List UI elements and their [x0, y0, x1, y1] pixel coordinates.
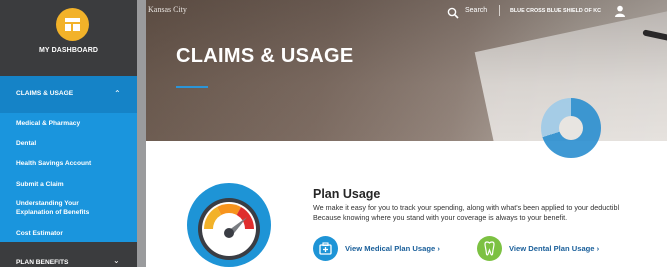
sidebar-section-label: PLAN BENEFITS — [16, 259, 69, 266]
chevron-right-icon: › — [596, 244, 600, 253]
page-title: CLAIMS & USAGE — [176, 45, 354, 67]
gauge-icon — [187, 183, 271, 267]
sidebar-item-dental[interactable]: Dental — [16, 139, 36, 148]
view-medical-plan-usage-link[interactable]: View Medical Plan Usage › — [345, 244, 440, 253]
sidebar-item-health-savings-account[interactable]: Health Savings Account — [16, 159, 91, 168]
sidebar-section-label: CLAIMS & USAGE — [16, 90, 74, 97]
chevron-down-icon: ⌄ — [113, 256, 120, 265]
claims-submenu: Medical & Pharmacy Dental Health Savings… — [0, 113, 137, 242]
brand-logo-text[interactable]: Kansas City — [148, 5, 187, 14]
plan-usage-description: We make it easy for you to track your sp… — [313, 203, 667, 222]
search-link[interactable]: Search — [465, 7, 487, 14]
sidebar: MY DASHBOARD CLAIMS & USAGE ⌃ Medical & … — [0, 0, 146, 267]
view-dental-plan-usage-link[interactable]: View Dental Plan Usage › — [509, 244, 599, 253]
plan-usage-title: Plan Usage — [313, 187, 381, 201]
chevron-up-icon: ⌃ — [114, 89, 121, 98]
medical-bag-icon[interactable] — [313, 236, 338, 261]
sidebar-item-medical-pharmacy[interactable]: Medical & Pharmacy — [16, 119, 80, 128]
sidebar-item-submit-claim[interactable]: Submit a Claim — [16, 180, 64, 189]
sidebar-item-cost-estimator[interactable]: Cost Estimator — [16, 229, 63, 238]
chevron-right-icon: › — [437, 244, 440, 253]
dashboard-grid-icon — [56, 8, 89, 41]
sidebar-scrollbar[interactable] — [137, 0, 146, 267]
header-divider — [499, 5, 500, 16]
link-label: View Medical Plan Usage — [345, 244, 436, 253]
org-menu[interactable]: BLUE CROSS BLUE SHIELD OF KC — [510, 8, 601, 14]
search-icon[interactable] — [447, 6, 459, 24]
link-label: View Dental Plan Usage — [509, 244, 595, 253]
sidebar-item-understanding-eob[interactable]: Understanding Your — [16, 199, 79, 208]
sidebar-item-understanding-eob-line2[interactable]: Explanation of Benefits — [16, 208, 89, 217]
hero-pie-decoration — [541, 98, 601, 158]
plan-usage-description-line: Because knowing where you stand with you… — [313, 212, 568, 222]
dashboard-label: MY DASHBOARD — [38, 47, 99, 54]
title-underline — [176, 86, 208, 88]
user-icon[interactable] — [614, 4, 626, 22]
tooth-icon[interactable] — [477, 236, 502, 261]
plan-usage-description-line: We make it easy for you to track your sp… — [313, 203, 620, 212]
sidebar-section-claims-usage[interactable]: CLAIMS & USAGE ⌃ — [0, 76, 137, 113]
sidebar-section-plan-benefits[interactable]: PLAN BENEFITS ⌄ — [0, 242, 137, 267]
dashboard-link[interactable]: MY DASHBOARD — [0, 0, 137, 76]
